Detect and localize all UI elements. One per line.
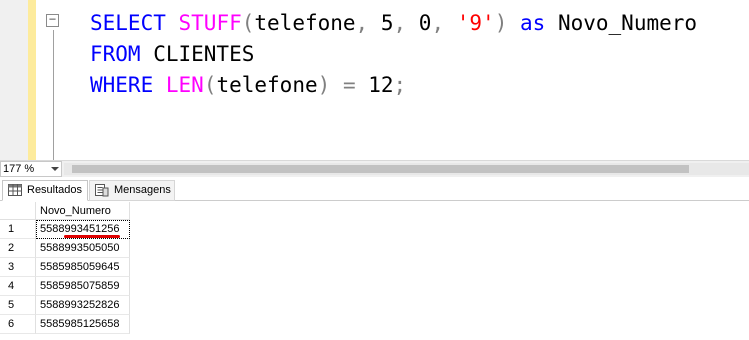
query-editor[interactable]: − SELECT STUFF(telefone, 5, 0, '9') as N…	[0, 0, 749, 160]
table-cell[interactable]: 5588993505050	[36, 239, 130, 258]
code-line[interactable]: SELECT STUFF(telefone, 5, 0, '9') as Nov…	[90, 8, 697, 39]
code-token: 12	[355, 73, 394, 97]
editor-status-strip: 177 %	[0, 160, 749, 177]
tab-results[interactable]: Resultados	[2, 180, 88, 201]
code-token: (	[241, 11, 255, 35]
table-row[interactable]: 6 5585985125658	[0, 315, 130, 334]
code-token: )	[494, 11, 508, 35]
code-token: ,	[355, 11, 369, 35]
table-row[interactable]: 5 5588993252826	[0, 296, 130, 315]
code-token: LEN	[165, 73, 204, 97]
tab-results-label: Resultados	[27, 184, 83, 196]
zoom-value: 177 %	[3, 163, 35, 175]
code-token: ,	[431, 11, 445, 35]
chevron-down-icon[interactable]	[51, 167, 59, 171]
row-number[interactable]: 3	[0, 258, 36, 277]
cell-value: 5588993451256	[40, 223, 120, 235]
change-indicator-bar	[28, 0, 36, 160]
code-token: )	[317, 73, 331, 97]
table-row[interactable]: 1 5588993451256	[0, 220, 130, 239]
code-token: 5	[368, 11, 394, 35]
grid-icon	[8, 184, 22, 203]
code-token: SELECT	[90, 11, 166, 35]
row-number[interactable]: 5	[0, 296, 36, 315]
table-row[interactable]: 2 5588993505050	[0, 239, 130, 258]
editor-gutter	[0, 0, 28, 160]
table-cell[interactable]: 5585985075859	[36, 277, 130, 296]
code-token: telefone	[216, 73, 318, 97]
messages-icon	[95, 184, 109, 204]
table-cell[interactable]: 5588993252826	[36, 296, 130, 315]
table-cell[interactable]: 5588993451256	[36, 220, 130, 239]
code-token: as	[520, 11, 546, 35]
code-token: FROM	[90, 42, 141, 66]
code-token: telefone	[254, 11, 356, 35]
code-token: =	[342, 73, 356, 97]
column-header-novo-numero[interactable]: Novo_Numero	[36, 202, 130, 220]
row-number[interactable]: 6	[0, 315, 36, 334]
code-token: 0	[406, 11, 432, 35]
code-line[interactable]: FROM CLIENTES	[90, 39, 697, 70]
row-number[interactable]: 1	[0, 220, 36, 239]
row-number[interactable]: 4	[0, 277, 36, 296]
code-token: ,	[393, 11, 407, 35]
code-token: WHERE	[90, 73, 154, 97]
outline-line	[53, 30, 54, 160]
collapse-icon[interactable]: −	[46, 13, 59, 27]
table-row[interactable]: 3 5585985059645	[0, 258, 130, 277]
code-token: CLIENTES	[140, 42, 255, 66]
results-tabs: Resultados Mensagens	[0, 177, 749, 201]
table-row[interactable]: 4 5585985075859	[0, 277, 130, 296]
code-token: ;	[393, 73, 407, 97]
tab-messages[interactable]: Mensagens	[89, 180, 175, 201]
table-cell[interactable]: 5585985125658	[36, 315, 130, 334]
code-token: (	[203, 73, 217, 97]
table-cell[interactable]: 5585985059645	[36, 258, 130, 277]
row-number[interactable]: 2	[0, 239, 36, 258]
code-token: '9'	[456, 11, 495, 35]
tab-messages-label: Mensagens	[114, 184, 171, 196]
code-line[interactable]: WHERE LEN(telefone) = 12;	[90, 70, 697, 101]
code-token: Novo_Numero	[545, 11, 698, 35]
results-grid[interactable]: Novo_Numero 1 5588993451256 2 5588993505…	[0, 202, 749, 340]
sql-code[interactable]: SELECT STUFF(telefone, 5, 0, '9') as Nov…	[90, 8, 697, 101]
grid-corner[interactable]	[0, 202, 36, 220]
code-token: STUFF	[178, 11, 242, 35]
red-underline-annotation	[64, 235, 120, 238]
horizontal-scrollbar[interactable]	[64, 163, 749, 175]
scrollbar-thumb[interactable]	[72, 165, 689, 173]
zoom-dropdown[interactable]: 177 %	[0, 161, 62, 177]
